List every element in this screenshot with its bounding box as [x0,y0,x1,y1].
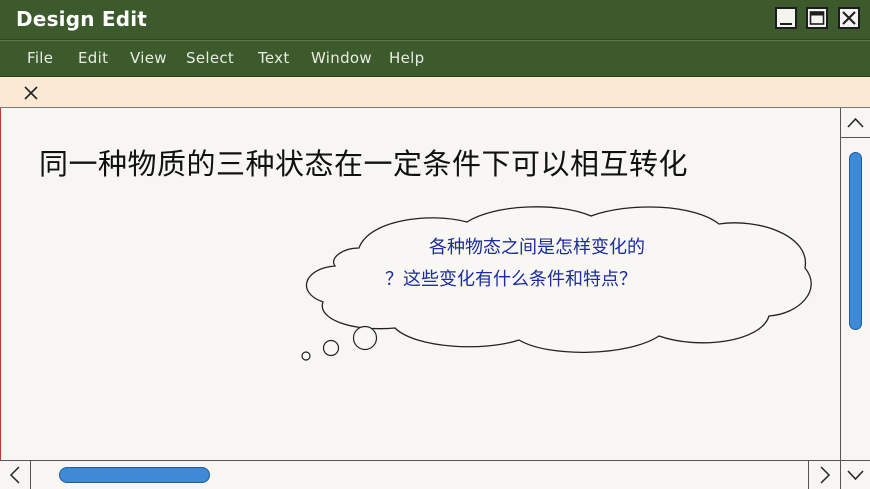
close-icon[interactable] [22,84,40,102]
app-window: Design Edit File Edit View Select Text W… [0,0,870,489]
menu-file[interactable]: File [27,49,53,67]
chevron-down-icon [847,470,864,481]
scroll-right-button[interactable] [808,461,840,489]
minimize-button[interactable] [775,7,797,29]
maximize-button[interactable] [806,7,828,29]
menu-view[interactable]: View [130,49,167,67]
vertical-scrollbar[interactable] [840,108,870,460]
thought-bubble-trail [301,325,378,361]
menu-bar: File Edit View Select Text Window Help [0,40,870,77]
tab-strip [0,77,870,108]
bubble-line-2: ？这些变化有什么条件和特点？ [385,269,637,290]
close-button[interactable] [838,7,860,29]
chevron-up-icon [847,117,864,128]
chevron-right-icon [820,466,831,484]
scroll-up-button[interactable] [841,108,870,138]
document-canvas[interactable]: 同一种物质的三种状态在一定条件下可以相互转化 各种物态之间是怎样变化的 ？这些变… [0,108,840,460]
scroll-down-button[interactable] [840,461,870,489]
menu-help[interactable]: Help [389,49,424,67]
menu-select[interactable]: Select [186,49,234,67]
horizontal-scroll-thumb[interactable] [59,467,210,483]
horizontal-scrollbar[interactable] [0,460,870,489]
chevron-left-icon [9,466,20,484]
vertical-scroll-thumb[interactable] [849,152,862,330]
scroll-left-button[interactable] [0,461,31,489]
slide-heading: 同一种物质的三种状态在一定条件下可以相互转化 [39,147,689,181]
window-title: Design Edit [16,7,148,31]
menu-text[interactable]: Text [258,49,290,67]
bubble-line-1: 各种物态之间是怎样变化的 [429,237,645,258]
title-bar: Design Edit [0,0,870,40]
close-icon [842,11,856,25]
maximize-icon [809,11,825,25]
menu-window[interactable]: Window [311,49,372,67]
menu-edit[interactable]: Edit [78,49,108,67]
minimize-icon [780,23,792,25]
